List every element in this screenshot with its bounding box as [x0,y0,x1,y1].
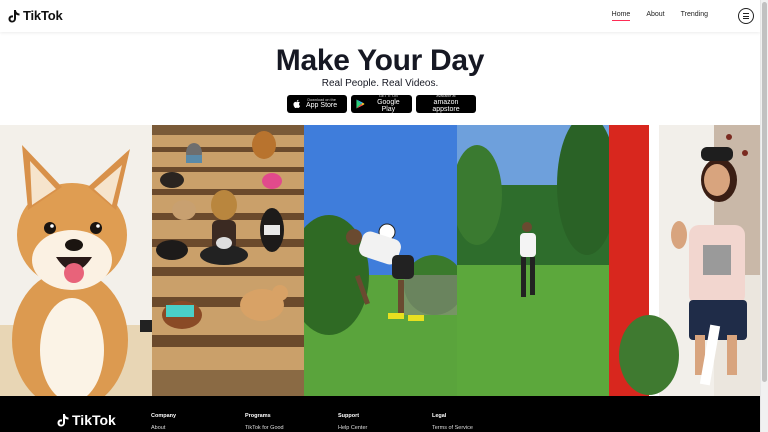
footer-col-programs: Programs TikTok for Good [245,413,284,431]
top-nav-bar: TikTok Home About Trending [0,0,760,32]
field-image [457,125,609,396]
amazon-appstore-button[interactable]: available at amazon appstore [416,94,476,113]
footer-heading: Legal [432,413,447,419]
footer-col-company: Company About [151,413,176,431]
footer-heading: Company [151,413,177,419]
main-nav: Home About Trending [611,11,708,21]
video-tile-dogs-stairs[interactable] [152,125,304,396]
page-scrollbar[interactable] [760,0,768,432]
footer-logo[interactable]: TikTok [57,412,116,428]
footer-link-terms[interactable]: Terms of Service [432,425,473,431]
footer-brand-name: TikTok [72,412,116,428]
nav-about[interactable]: About [646,11,664,18]
video-tile-woman[interactable] [609,125,760,396]
footer-col-legal: Legal Terms of Service [432,413,473,431]
tiktok-note-icon [57,414,69,427]
google-play-icon [356,99,366,109]
video-tile-shiba[interactable] [0,125,152,396]
google-play-label: Google Play [377,98,400,113]
video-tile-soccer[interactable] [304,125,457,396]
app-store-button[interactable]: Download on the App Store [287,95,347,113]
hamburger-icon [743,13,749,14]
hero-subtitle: Real People. Real Videos. [321,78,439,89]
footer-heading: Support [338,413,360,419]
hamburger-line [743,15,749,17]
nav-trending[interactable]: Trending [681,11,708,18]
footer-link-help-center[interactable]: Help Center [338,425,367,431]
soccer-image [304,125,457,396]
app-store-label: App Store [306,102,338,110]
scrollbar-thumb[interactable] [762,2,767,382]
hamburger-line [743,18,749,19]
footer-link-tiktok-for-good[interactable]: TikTok for Good [245,425,284,431]
nav-home[interactable]: Home [611,11,630,21]
shiba-image [0,125,152,396]
footer-link-about[interactable]: About [151,425,176,431]
footer-col-support: Support Help Center [338,413,367,431]
woman-image [609,125,760,396]
store-badges: Download on the App Store GET IT ON Goog… [287,94,476,113]
amazon-label: amazon appstore [432,98,460,113]
hero-section: Make Your Day Real People. Real Videos. … [0,32,760,125]
apple-icon [292,99,302,109]
tiktok-logo[interactable]: TikTok [8,8,63,23]
site-footer: TikTok Company About Programs TikTok for… [0,396,760,432]
menu-button[interactable] [738,8,754,24]
dogs-stairs-image [152,125,304,396]
footer-heading: Programs [245,413,271,419]
video-tile-field[interactable] [457,125,609,396]
tiktok-note-icon [8,9,20,22]
video-gallery [0,125,760,396]
brand-name: TikTok [23,8,63,23]
hero-title: Make Your Day [275,44,485,77]
google-play-button[interactable]: GET IT ON Google Play [351,94,412,113]
